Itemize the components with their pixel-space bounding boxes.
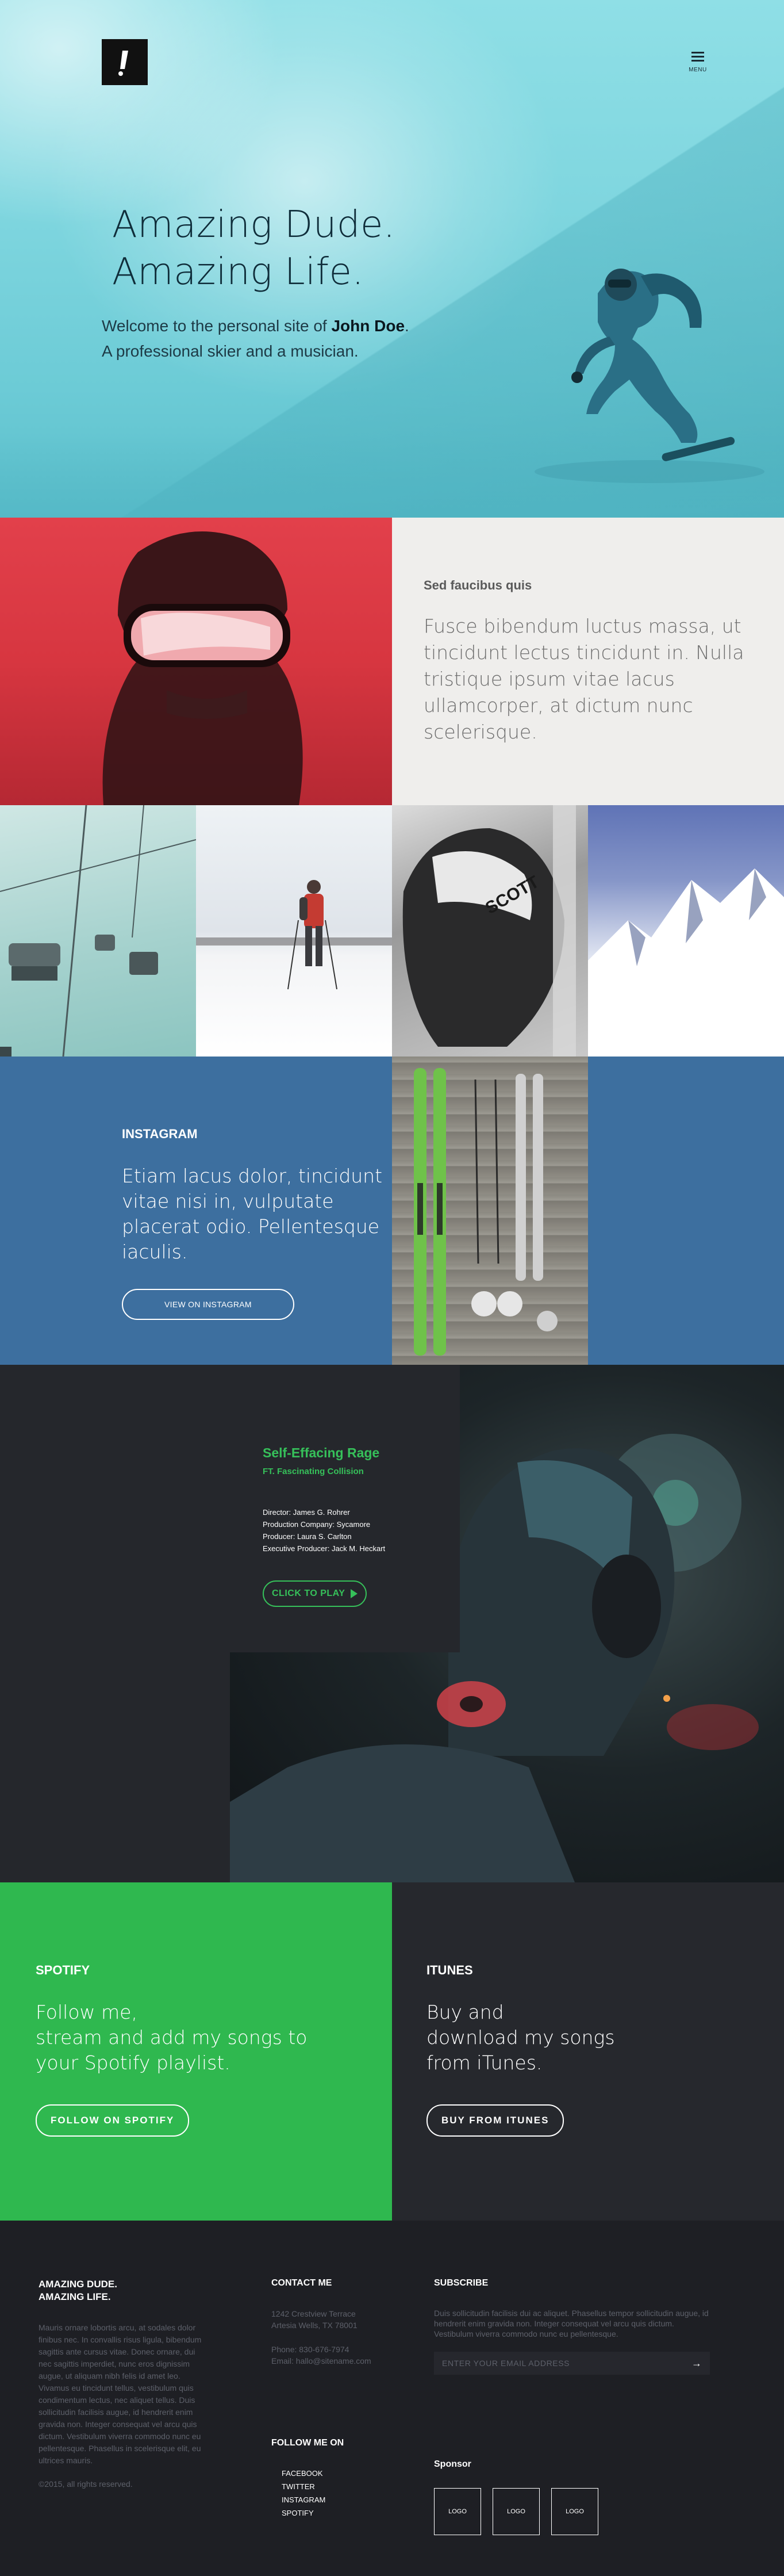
hiker-illustration bbox=[196, 880, 392, 990]
mountain-photo[interactable] bbox=[588, 805, 784, 1057]
email-input[interactable] bbox=[442, 2359, 691, 2368]
instagram-section: INSTAGRAM Etiam lacus dolor, tincidunt v… bbox=[0, 1057, 784, 1365]
spotify-panel: SPOTIFY Follow me, stream and add my son… bbox=[0, 1882, 392, 2221]
sponsor-logo[interactable]: LOGO bbox=[434, 2488, 481, 2535]
spotify-body: Follow me, stream and add my songs to yo… bbox=[36, 2000, 335, 2076]
itunes-body-line1: Buy and bbox=[426, 2001, 504, 2023]
address-line1: 1242 Crestview Terrace bbox=[271, 2309, 356, 2318]
helmet-photo[interactable]: SCOTT bbox=[392, 805, 588, 1057]
instagram-body: Etiam lacus dolor, tincidunt vitae nisi … bbox=[122, 1165, 383, 1263]
footer-brand: AMAZING DUDE. AMAZING LIFE. bbox=[39, 2278, 205, 2303]
feature-text: Sed faucibus quis Fusce bibendum luctus … bbox=[392, 518, 784, 805]
copyright: ©2015, all rights reserved. bbox=[39, 2479, 133, 2489]
chairlift-illustration bbox=[0, 805, 196, 1057]
site-logo[interactable] bbox=[102, 39, 148, 85]
footer-follow: FOLLOW ME ON FACEBOOK TWITTER INSTAGRAM … bbox=[271, 2438, 344, 2520]
itunes-title: ITUNES bbox=[426, 1963, 473, 1977]
snowboarder-image bbox=[535, 269, 764, 483]
site-footer: AMAZING DUDE. AMAZING LIFE. Mauris ornar… bbox=[0, 2221, 784, 2576]
credit-production: Production Company: Sycamore bbox=[263, 1520, 371, 1529]
feature-section: Sed faucibus quis Fusce bibendum luctus … bbox=[0, 518, 784, 805]
email-address[interactable]: Email: hallo@sitename.com bbox=[271, 2355, 409, 2367]
sponsor-logo[interactable]: LOGO bbox=[551, 2488, 598, 2535]
footer-brand-line2: AMAZING LIFE. bbox=[39, 2291, 111, 2302]
sponsor-block: Sponsor LOGO LOGO LOGO bbox=[434, 2459, 598, 2535]
click-to-play-button[interactable]: CLICK TO PLAY bbox=[263, 1580, 367, 1607]
hero-headline-line1: Amazing Dude. bbox=[112, 204, 395, 246]
photo-strip: SCOTT bbox=[0, 805, 784, 1057]
itunes-body-line2: download my songs bbox=[426, 2026, 615, 2049]
hamburger-icon bbox=[691, 52, 704, 62]
tagline-line2: A professional skier and a musician. bbox=[102, 342, 359, 360]
spotify-body-line1: Follow me, bbox=[36, 2001, 137, 2023]
goggles-illustration bbox=[102, 531, 303, 805]
footer-contact: CONTACT ME 1242 Crestview Terrace Artesi… bbox=[271, 2278, 409, 2367]
subscribe-title: SUBSCRIBE bbox=[434, 2278, 489, 2288]
tagline-suffix: . bbox=[405, 317, 409, 335]
skis-photo[interactable] bbox=[392, 1057, 588, 1365]
arrow-right-icon[interactable]: → bbox=[691, 2357, 702, 2370]
spotify-title: SPOTIFY bbox=[36, 1963, 90, 1977]
track-title: Self-Effacing Rage bbox=[263, 1445, 380, 1460]
social-link-instagram[interactable]: INSTAGRAM bbox=[271, 2493, 344, 2506]
tagline-name: John Doe bbox=[331, 317, 405, 335]
goggles-portrait-image bbox=[0, 518, 392, 805]
skis-illustration bbox=[414, 1068, 558, 1356]
music-info-card: Self-Effacing Rage FT. Fascinating Colli… bbox=[230, 1365, 460, 1652]
footer-brand-line1: AMAZING DUDE. bbox=[39, 2279, 117, 2290]
tagline-prefix: Welcome to the personal site of bbox=[102, 317, 332, 335]
feature-body: Fusce bibendum luctus massa, ut tincidun… bbox=[424, 615, 744, 743]
footer-about-body: Mauris ornare lobortis arcu, at sodales … bbox=[39, 2323, 202, 2465]
hero-headline: Amazing Dude. Amazing Life. bbox=[112, 201, 395, 296]
social-link-twitter[interactable]: TWITTER bbox=[271, 2480, 344, 2493]
footer-about: AMAZING DUDE. AMAZING LIFE. Mauris ornar… bbox=[39, 2278, 205, 2489]
contact-title: CONTACT ME bbox=[271, 2278, 332, 2288]
itunes-body-line3: from iTunes. bbox=[426, 2051, 543, 2074]
social-link-facebook[interactable]: FACEBOOK bbox=[271, 2467, 344, 2480]
music-video-section: Self-Effacing Rage FT. Fascinating Colli… bbox=[0, 1365, 784, 1882]
hero-section: MENU Amazing Dude. Amazing Life. Welcome… bbox=[0, 0, 784, 518]
phone: Phone: 830-676-7974 bbox=[271, 2345, 349, 2354]
itunes-body: Buy and download my songs from iTunes. bbox=[426, 2000, 725, 2076]
buy-from-itunes-button[interactable]: BUY FROM ITUNES bbox=[426, 2104, 564, 2137]
instagram-spacer bbox=[588, 1057, 784, 1365]
logo-slash-icon bbox=[118, 51, 128, 76]
itunes-panel: ITUNES Buy and download my songs from iT… bbox=[392, 1882, 784, 2221]
credits: Director: James G. Rohrer Production Com… bbox=[263, 1506, 460, 1555]
feature-eyebrow: Sed faucibus quis bbox=[424, 578, 532, 592]
spotify-body-line2: stream and add my songs to bbox=[36, 2026, 308, 2049]
email-form: → bbox=[434, 2352, 710, 2375]
sponsor-title: Sponsor bbox=[434, 2459, 471, 2469]
subscribe-body: Duis sollicitudin facilisis dui ac aliqu… bbox=[434, 2309, 709, 2338]
hero-headline-line2: Amazing Life. bbox=[112, 251, 364, 293]
view-on-instagram-button[interactable]: VIEW ON INSTAGRAM bbox=[122, 1289, 294, 1320]
sponsor-logos: LOGO LOGO LOGO bbox=[434, 2488, 598, 2535]
spotify-body-line3: your Spotify playlist. bbox=[36, 2051, 230, 2074]
sponsor-logo[interactable]: LOGO bbox=[493, 2488, 540, 2535]
mountain-illustration bbox=[588, 868, 784, 1057]
hero-tagline: Welcome to the personal site of John Doe… bbox=[102, 313, 409, 364]
track-subtitle: FT. Fascinating Collision bbox=[263, 1467, 364, 1476]
credit-producer: Producer: Laura S. Carlton bbox=[263, 1532, 352, 1541]
follow-on-spotify-button[interactable]: FOLLOW ON SPOTIFY bbox=[36, 2104, 190, 2137]
follow-title: FOLLOW ME ON bbox=[271, 2438, 344, 2448]
menu-button[interactable]: MENU bbox=[686, 52, 709, 74]
play-label: CLICK TO PLAY bbox=[272, 1589, 345, 1598]
streaming-section: SPOTIFY Follow me, stream and add my son… bbox=[0, 1882, 784, 2221]
play-icon bbox=[351, 1589, 358, 1598]
helmet-illustration: SCOTT bbox=[402, 805, 576, 1057]
instagram-title: INSTAGRAM bbox=[122, 1127, 198, 1141]
social-link-spotify[interactable]: SPOTIFY bbox=[271, 2506, 344, 2520]
credit-director: Director: James G. Rohrer bbox=[263, 1508, 350, 1517]
footer-subscribe: SUBSCRIBE Duis sollicitudin facilisis du… bbox=[434, 2278, 710, 2375]
address-line2: Artesia Wells, TX 78001 bbox=[271, 2321, 358, 2330]
chairlift-photo[interactable] bbox=[0, 805, 196, 1057]
instagram-text: INSTAGRAM Etiam lacus dolor, tincidunt v… bbox=[0, 1057, 392, 1365]
hiker-photo[interactable] bbox=[196, 805, 392, 1057]
menu-label: MENU bbox=[689, 67, 707, 73]
credit-exec-producer: Executive Producer: Jack M. Heckart bbox=[263, 1544, 386, 1553]
